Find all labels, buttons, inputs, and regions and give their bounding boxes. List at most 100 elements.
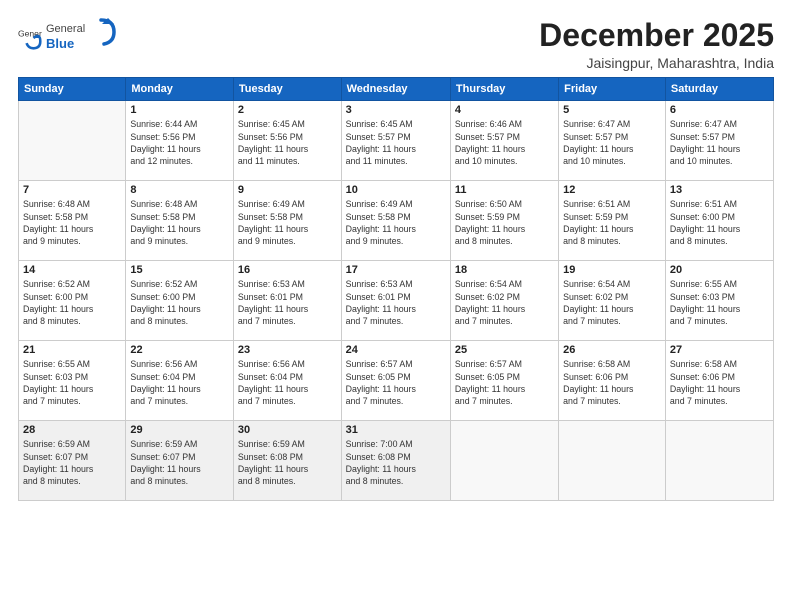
table-row: 29Sunrise: 6:59 AMSunset: 6:07 PMDayligh… [126, 421, 234, 501]
table-row: 19Sunrise: 6:54 AMSunset: 6:02 PMDayligh… [559, 261, 666, 341]
col-saturday: Saturday [665, 78, 773, 101]
table-row: 4Sunrise: 6:46 AMSunset: 5:57 PMDaylight… [450, 101, 558, 181]
day-number: 20 [670, 264, 769, 276]
calendar-week-row: 1Sunrise: 6:44 AMSunset: 5:56 PMDaylight… [19, 101, 774, 181]
day-number: 1 [130, 104, 229, 116]
day-info: Sunrise: 6:54 AMSunset: 6:02 PMDaylight:… [455, 278, 554, 327]
table-row: 2Sunrise: 6:45 AMSunset: 5:56 PMDaylight… [233, 101, 341, 181]
day-info: Sunrise: 6:49 AMSunset: 5:58 PMDaylight:… [346, 198, 446, 247]
title-block: December 2025 Jaisingpur, Maharashtra, I… [539, 18, 774, 71]
day-info: Sunrise: 6:54 AMSunset: 6:02 PMDaylight:… [563, 278, 661, 327]
calendar-week-row: 7 Sunrise: 6:48 AMSunset: 5:58 PMDaylight… [19, 181, 774, 261]
day-number: 23 [238, 344, 337, 356]
table-row: 7 Sunrise: 6:48 AMSunset: 5:58 PMDaylight… [19, 181, 126, 261]
day-number: 25 [455, 344, 554, 356]
day-info: Sunrise: 7:00 AMSunset: 6:08 PMDaylight:… [346, 438, 446, 487]
table-row: 5Sunrise: 6:47 AMSunset: 5:57 PMDaylight… [559, 101, 666, 181]
day-number: 2 [238, 104, 337, 116]
day-number: 26 [563, 344, 661, 356]
table-row: 31 Sunrise: 7:00 AMSunset: 6:08 PMDayligh… [341, 421, 450, 501]
table-row: 28Sunrise: 6:59 AMSunset: 6:07 PMDayligh… [19, 421, 126, 501]
day-info: Sunrise: 6:46 AMSunset: 5:57 PMDaylight:… [455, 118, 554, 167]
table-row [559, 421, 666, 501]
day-number: 30 [238, 424, 337, 436]
day-info: Sunrise: 6:55 AMSunset: 6:03 PMDaylight:… [670, 278, 769, 327]
table-row: 11 Sunrise: 6:50 AMSunset: 5:59 PMDayligh… [450, 181, 558, 261]
table-row: 8Sunrise: 6:48 AMSunset: 5:58 PMDaylight… [126, 181, 234, 261]
table-row: 10Sunrise: 6:49 AMSunset: 5:58 PMDayligh… [341, 181, 450, 261]
table-row: 23 Sunrise: 6:56 AMSunset: 6:04 PMDayligh… [233, 341, 341, 421]
calendar-header-row: Sunday Monday Tuesday Wednesday Thursday… [19, 78, 774, 101]
calendar-week-row: 28 Sunrise: 6:59 AMSunset: 6:07 PMDayligh… [19, 421, 774, 501]
day-number: 11 [455, 184, 554, 196]
day-number: 5 [563, 104, 661, 116]
day-number: 27 [670, 344, 769, 356]
table-row: 17 Sunrise: 6:53 AMSunset: 6:01 PMDayligh… [341, 261, 450, 341]
calendar-table: Sunday Monday Tuesday Wednesday Thursday… [18, 77, 774, 501]
table-row: 26Sunrise: 6:58 AMSunset: 6:06 PMDayligh… [559, 341, 666, 421]
day-info: Sunrise: 6:59 AMSunset: 6:08 PMDaylight:… [238, 438, 337, 487]
day-info: Sunrise: 6:56 AMSunset: 6:04 PMDaylight:… [130, 358, 229, 407]
day-number: 31 [346, 424, 446, 436]
svg-text:Blue: Blue [46, 36, 74, 51]
day-info: Sunrise: 6:58 AMSunset: 6:06 PMDaylight:… [670, 358, 769, 407]
table-row: 18 Sunrise: 6:54 AMSunset: 6:02 PMDayligh… [450, 261, 558, 341]
day-number: 7 [23, 184, 121, 196]
day-info: Sunrise: 6:55 AMSunset: 6:03 PMDaylight:… [23, 358, 121, 407]
col-sunday: Sunday [19, 78, 126, 101]
table-row [450, 421, 558, 501]
logo-icon: General [18, 26, 42, 50]
day-info: Sunrise: 6:57 AMSunset: 6:05 PMDaylight:… [346, 358, 446, 407]
col-thursday: Thursday [450, 78, 558, 101]
svg-text:General: General [46, 23, 85, 35]
table-row: 24 Sunrise: 6:57 AMSunset: 6:05 PMDayligh… [341, 341, 450, 421]
day-info: Sunrise: 6:57 AMSunset: 6:05 PMDaylight:… [455, 358, 554, 407]
day-number: 15 [130, 264, 229, 276]
table-row: 1Sunrise: 6:44 AMSunset: 5:56 PMDaylight… [126, 101, 234, 181]
day-info: Sunrise: 6:52 AMSunset: 6:00 PMDaylight:… [23, 278, 121, 327]
table-row: 6Sunrise: 6:47 AMSunset: 5:57 PMDaylight… [665, 101, 773, 181]
day-number: 24 [346, 344, 446, 356]
day-number: 21 [23, 344, 121, 356]
day-info: Sunrise: 6:49 AMSunset: 5:58 PMDaylight:… [238, 198, 337, 247]
table-row: 16 Sunrise: 6:53 AMSunset: 6:01 PMDayligh… [233, 261, 341, 341]
day-info: Sunrise: 6:53 AMSunset: 6:01 PMDaylight:… [238, 278, 337, 327]
day-number: 12 [563, 184, 661, 196]
table-row: 25 Sunrise: 6:57 AMSunset: 6:05 PMDayligh… [450, 341, 558, 421]
day-info: Sunrise: 6:50 AMSunset: 5:59 PMDaylight:… [455, 198, 554, 247]
day-info: Sunrise: 6:51 AMSunset: 6:00 PMDaylight:… [670, 198, 769, 247]
table-row: 15Sunrise: 6:52 AMSunset: 6:00 PMDayligh… [126, 261, 234, 341]
calendar-week-row: 14 Sunrise: 6:52 AMSunset: 6:00 PMDayligh… [19, 261, 774, 341]
logo: General General Blue [18, 18, 116, 58]
table-row [19, 101, 126, 181]
day-number: 3 [346, 104, 446, 116]
table-row: 21 Sunrise: 6:55 AMSunset: 6:03 PMDayligh… [19, 341, 126, 421]
logo-text: General Blue [46, 18, 116, 58]
table-row: 9 Sunrise: 6:49 AMSunset: 5:58 PMDaylight… [233, 181, 341, 261]
table-row: 13 Sunrise: 6:51 AMSunset: 6:00 PMDayligh… [665, 181, 773, 261]
location: Jaisingpur, Maharashtra, India [539, 55, 774, 71]
day-number: 17 [346, 264, 446, 276]
day-number: 16 [238, 264, 337, 276]
day-number: 28 [23, 424, 121, 436]
day-info: Sunrise: 6:51 AMSunset: 5:59 PMDaylight:… [563, 198, 661, 247]
day-info: Sunrise: 6:59 AMSunset: 6:07 PMDaylight:… [130, 438, 229, 487]
col-friday: Friday [559, 78, 666, 101]
day-number: 13 [670, 184, 769, 196]
day-number: 18 [455, 264, 554, 276]
day-number: 14 [23, 264, 121, 276]
month-title: December 2025 [539, 18, 774, 53]
col-wednesday: Wednesday [341, 78, 450, 101]
col-monday: Monday [126, 78, 234, 101]
day-number: 9 [238, 184, 337, 196]
table-row: 12 Sunrise: 6:51 AMSunset: 5:59 PMDayligh… [559, 181, 666, 261]
day-info: Sunrise: 6:56 AMSunset: 6:04 PMDaylight:… [238, 358, 337, 407]
day-number: 22 [130, 344, 229, 356]
day-info: Sunrise: 6:48 AMSunset: 5:58 PMDaylight:… [23, 198, 121, 247]
table-row: 27 Sunrise: 6:58 AMSunset: 6:06 PMDayligh… [665, 341, 773, 421]
table-row: 3Sunrise: 6:45 AMSunset: 5:57 PMDaylight… [341, 101, 450, 181]
table-row: 20 Sunrise: 6:55 AMSunset: 6:03 PMDayligh… [665, 261, 773, 341]
day-info: Sunrise: 6:53 AMSunset: 6:01 PMDaylight:… [346, 278, 446, 327]
header: General General Blue December 2025 Jaisi… [18, 18, 774, 71]
day-info: Sunrise: 6:48 AMSunset: 5:58 PMDaylight:… [130, 198, 229, 247]
